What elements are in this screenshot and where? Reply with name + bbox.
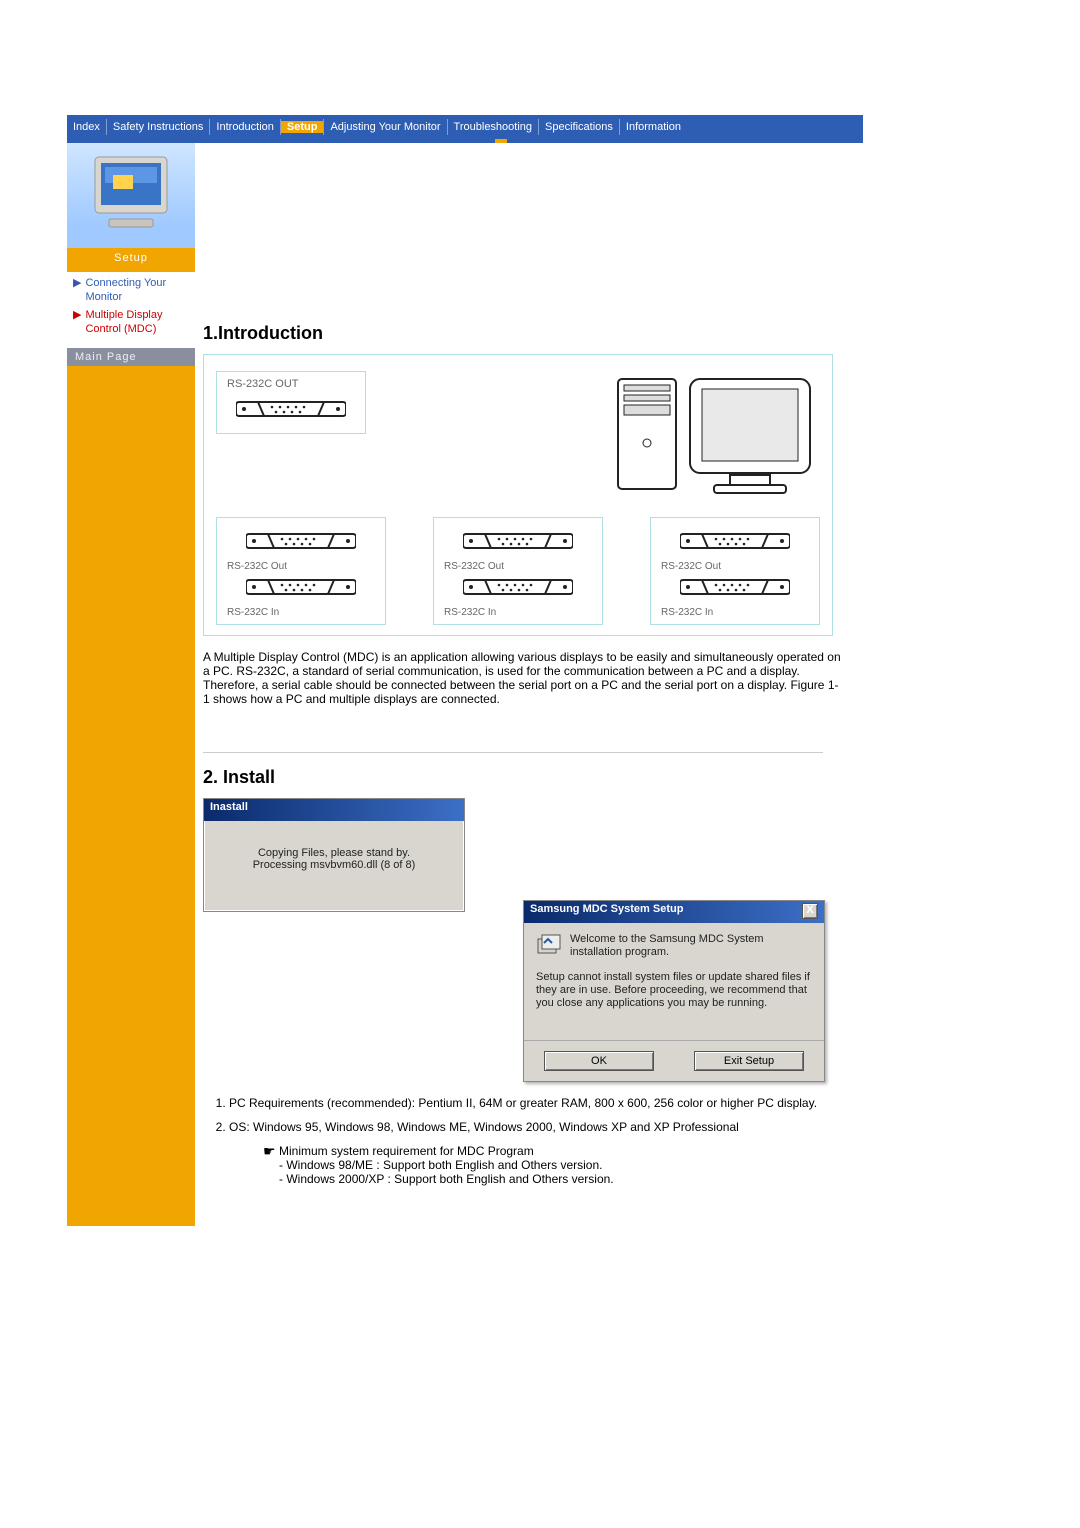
copy-status-line1: Copying Files, please stand by. <box>212 847 456 859</box>
serial-port-icon <box>463 576 573 598</box>
arrow-icon: ▶ <box>73 276 81 304</box>
nav-item-introduction[interactable]: Introduction <box>210 121 279 133</box>
setup-dialog-title-text: Samsung MDC System Setup <box>530 903 683 915</box>
installer-icon <box>536 933 562 959</box>
sidebar: Setup ▶ Connecting Your Monitor ▶ Multip… <box>67 143 195 1226</box>
sidebar-link-mdc[interactable]: ▶ Multiple Display Control (MDC) <box>73 308 189 336</box>
note-line2: - Windows 2000/XP : Support both English… <box>279 1172 614 1186</box>
serial-port-icon <box>246 576 356 598</box>
port-out-label: RS-232C Out <box>444 561 592 572</box>
sidebar-link-text[interactable]: Connecting Your Monitor <box>85 276 189 304</box>
dialog-title: Inastall <box>204 799 464 821</box>
sidebar-monitor-illustration <box>67 143 195 248</box>
note-title: Minimum system requirement for MDC Progr… <box>279 1144 534 1158</box>
serial-port-icon <box>680 576 790 598</box>
ok-button[interactable]: OK <box>544 1051 654 1071</box>
port-out-label: RS-232C Out <box>661 561 809 572</box>
nav-item-index[interactable]: Index <box>67 121 106 133</box>
sidebar-mainpage-button[interactable]: Main Page <box>67 348 195 366</box>
note-line1: - Windows 98/ME : Support both English a… <box>279 1158 603 1172</box>
min-system-note: ☛ Minimum system requirement for MDC Pro… <box>263 1144 863 1186</box>
port-in-label: RS-232C In <box>444 607 592 618</box>
copy-status-line2: Processing msvbvm60.dll (8 of 8) <box>212 859 456 871</box>
pc-and-monitor-icon <box>610 371 820 501</box>
serial-port-icon <box>680 530 790 552</box>
content-area: 1.Introduction RS-232C OUT <box>195 143 901 1226</box>
display-port-box-2: RS-232C Out RS-232C In <box>433 517 603 625</box>
section-divider <box>203 752 823 753</box>
nav-item-specifications[interactable]: Specifications <box>539 121 619 133</box>
close-button[interactable]: X <box>802 903 818 919</box>
install-figure: Inastall Copying Files, please stand by.… <box>203 798 825 1082</box>
install-copy-dialog: Inastall Copying Files, please stand by.… <box>203 798 465 912</box>
serial-port-icon <box>463 530 573 552</box>
requirement-item-1: PC Requirements (recommended): Pentium I… <box>229 1096 869 1110</box>
requirement-item-2: OS: Windows 95, Windows 98, Windows ME, … <box>229 1120 869 1134</box>
top-port-box: RS-232C OUT <box>216 371 366 434</box>
setup-body-text: Setup cannot install system files or upd… <box>536 971 812 1010</box>
sidebar-link-text[interactable]: Multiple Display Control (MDC) <box>85 308 189 336</box>
serial-port-icon <box>246 530 356 552</box>
port-out-label: RS-232C Out <box>227 561 375 572</box>
setup-welcome-text: Welcome to the Samsung MDC System instal… <box>570 933 812 959</box>
sidebar-link-connecting[interactable]: ▶ Connecting Your Monitor <box>73 276 189 304</box>
note-bullet-icon: ☛ <box>263 1144 279 1186</box>
arrow-icon: ▶ <box>73 308 81 336</box>
display-port-box-1: RS-232C Out RS-232C In <box>216 517 386 625</box>
setup-dialog: X Samsung MDC System Setup Welcome to th… <box>523 900 825 1082</box>
port-label: RS-232C OUT <box>227 378 355 390</box>
nav-item-safety[interactable]: Safety Instructions <box>107 121 210 133</box>
nav-item-adjusting[interactable]: Adjusting Your Monitor <box>324 121 446 133</box>
monitor-icon <box>81 151 181 241</box>
port-in-label: RS-232C In <box>227 607 375 618</box>
serial-port-icon <box>236 398 346 420</box>
intro-heading: 1.Introduction <box>203 323 869 344</box>
exit-setup-button[interactable]: Exit Setup <box>694 1051 804 1071</box>
intro-paragraph: A Multiple Display Control (MDC) is an a… <box>203 650 843 706</box>
display-port-box-3: RS-232C Out RS-232C In <box>650 517 820 625</box>
sidebar-links: ▶ Connecting Your Monitor ▶ Multiple Dis… <box>67 272 195 348</box>
setup-dialog-title: X Samsung MDC System Setup <box>524 901 824 923</box>
intro-connection-figure: RS-232C OUT <box>203 354 833 636</box>
install-heading: 2. Install <box>203 767 869 788</box>
requirements-list: PC Requirements (recommended): Pentium I… <box>203 1096 869 1134</box>
port-in-label: RS-232C In <box>661 607 809 618</box>
top-nav: Index Safety Instructions Introduction S… <box>67 115 863 139</box>
nav-item-troubleshooting[interactable]: Troubleshooting <box>448 121 538 133</box>
nav-item-information[interactable]: Information <box>620 121 687 133</box>
sidebar-section-label: Setup <box>67 248 195 272</box>
nav-item-setup[interactable]: Setup <box>281 121 324 133</box>
